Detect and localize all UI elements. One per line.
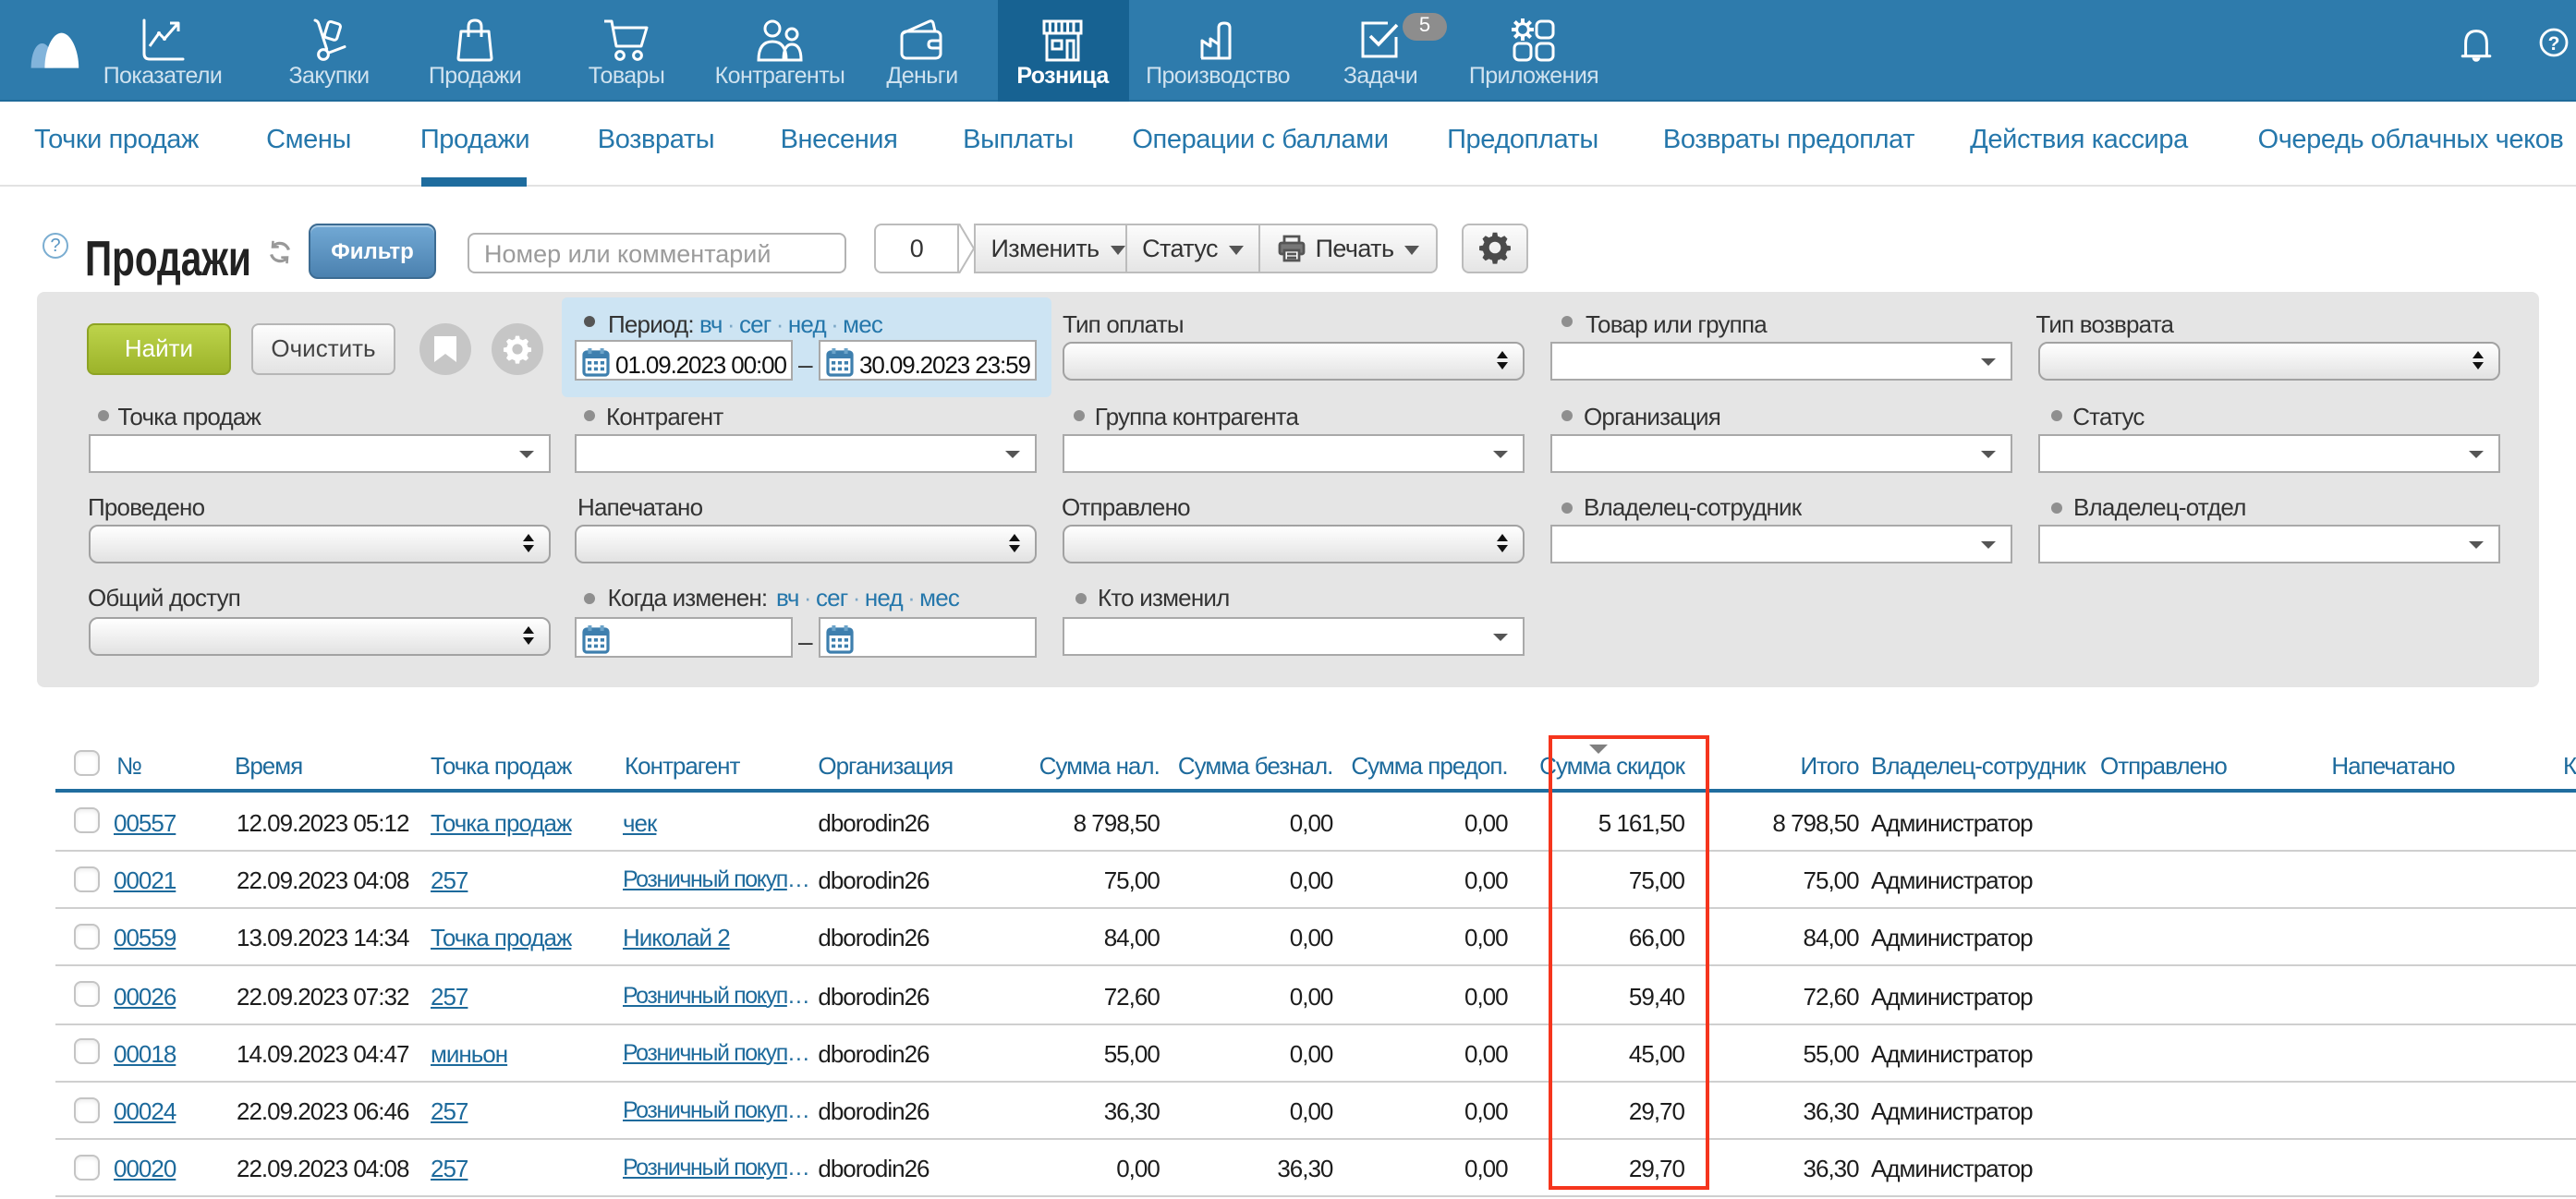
svg-text:?: ? — [2547, 33, 2559, 54]
